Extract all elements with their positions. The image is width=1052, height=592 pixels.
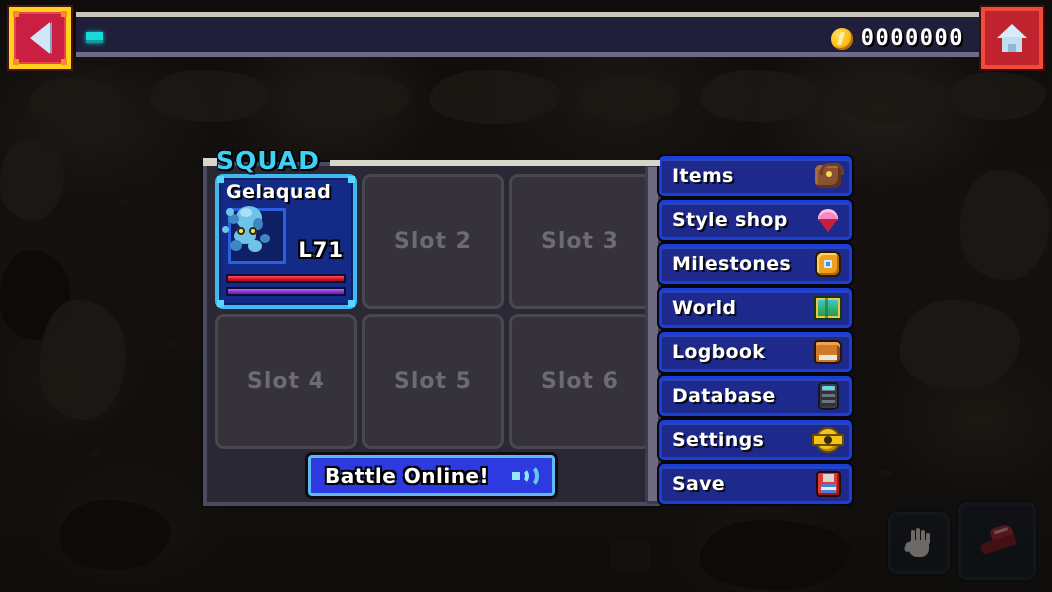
creature-portrait-row: L71 <box>222 204 346 270</box>
squad-panel: Gelaquad L71 Slot 2 Slot 3 Slot 4 Slot 5… <box>203 162 660 506</box>
squad-title-rule <box>330 160 660 166</box>
squad-slot-4[interactable]: Slot 4 <box>215 314 357 449</box>
game-screen: 0000000 SQUAD Gelaquad L71 Slot 2 Slot 3… <box>0 0 1052 592</box>
gelaquad-sprite <box>220 200 284 260</box>
menu-item-label: Save <box>672 473 725 495</box>
hand-icon <box>903 528 934 558</box>
bag-icon <box>814 162 844 190</box>
map-icon <box>814 294 842 322</box>
server-icon <box>814 382 842 410</box>
battle-online-row: Battle Online! <box>207 455 656 496</box>
creature-level: L71 <box>298 237 344 262</box>
progress-chip-icon <box>86 32 103 43</box>
squad-slot-5[interactable]: Slot 5 <box>362 314 504 449</box>
boot-control-button[interactable] <box>958 502 1036 580</box>
gear-icon <box>814 426 842 454</box>
menu-item-label: Logbook <box>672 341 766 363</box>
squad-panel-title: SQUAD <box>216 146 320 175</box>
squad-slot-6[interactable]: Slot 6 <box>509 314 651 449</box>
hand-control-button[interactable] <box>888 512 950 574</box>
menu-item-label: World <box>672 297 737 319</box>
squad-slot-2[interactable]: Slot 2 <box>362 174 504 309</box>
broadcast-signal-icon <box>510 463 540 489</box>
progress-bar-track: 0000000 <box>76 12 982 57</box>
squad-slot-3[interactable]: Slot 3 <box>509 174 651 309</box>
floppy-disk-icon <box>814 470 842 498</box>
menu-item-label: Items <box>672 165 734 187</box>
slot-label: Slot 2 <box>394 229 472 254</box>
home-button[interactable] <box>981 7 1043 69</box>
menu-item-database[interactable]: Database <box>659 376 852 416</box>
slot-label: Slot 3 <box>541 229 619 254</box>
slot-label: Slot 4 <box>247 369 325 394</box>
squad-slots-grid: Gelaquad L71 Slot 2 Slot 3 Slot 4 Slot 5… <box>215 174 656 449</box>
coin-icon <box>830 27 853 50</box>
main-menu: Items Style shop Milestones World Logboo <box>659 156 852 504</box>
battle-online-label: Battle Online! <box>325 463 490 488</box>
menu-item-label: Milestones <box>672 253 791 275</box>
squad-slot-1[interactable]: Gelaquad L71 <box>215 174 357 309</box>
slot-label: Slot 5 <box>394 369 472 394</box>
menu-item-label: Style shop <box>672 209 788 231</box>
menu-item-items[interactable]: Items <box>659 156 852 196</box>
menu-item-milestones[interactable]: Milestones <box>659 244 852 284</box>
back-button[interactable] <box>9 7 71 69</box>
menu-item-label: Settings <box>672 429 765 451</box>
medal-icon <box>814 250 842 278</box>
squad-title-rule-cap <box>203 158 217 166</box>
slot-label: Slot 6 <box>541 369 619 394</box>
book-icon <box>814 338 842 366</box>
boot-icon <box>974 522 1020 559</box>
battle-online-button[interactable]: Battle Online! <box>308 455 555 496</box>
menu-item-label: Database <box>672 385 776 407</box>
currency-display: 0000000 <box>830 26 964 51</box>
menu-item-settings[interactable]: Settings <box>659 420 852 460</box>
menu-item-style-shop[interactable]: Style shop <box>659 200 852 240</box>
xp-bar <box>226 286 346 296</box>
menu-item-logbook[interactable]: Logbook <box>659 332 852 372</box>
home-icon <box>997 24 1027 52</box>
coin-amount: 0000000 <box>860 26 964 51</box>
arrow-left-icon <box>30 22 50 54</box>
top-bar: 0000000 <box>0 0 1052 70</box>
menu-item-save[interactable]: Save <box>659 464 852 504</box>
menu-item-world[interactable]: World <box>659 288 852 328</box>
hp-bar <box>226 273 346 283</box>
gem-icon <box>814 206 842 234</box>
